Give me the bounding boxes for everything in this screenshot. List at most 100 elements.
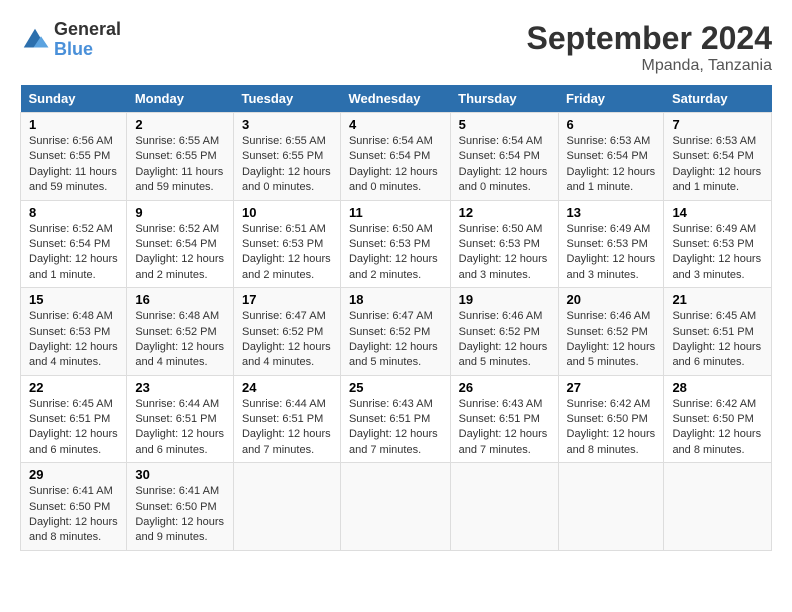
day-info: Sunrise: 6:53 AM Sunset: 6:54 PM Dayligh… (672, 134, 763, 196)
weekday-header-tuesday: Tuesday (233, 85, 340, 113)
location: Mpanda, Tanzania (527, 57, 772, 75)
day-number: 14 (672, 205, 763, 220)
day-info: Sunrise: 6:48 AM Sunset: 6:53 PM Dayligh… (29, 309, 118, 371)
day-number: 12 (459, 205, 550, 220)
calendar-cell: 30 Sunrise: 6:41 AM Sunset: 6:50 PM Dayli… (127, 463, 234, 551)
day-number: 9 (135, 205, 225, 220)
day-info: Sunrise: 6:43 AM Sunset: 6:51 PM Dayligh… (459, 397, 550, 459)
day-number: 5 (459, 117, 550, 132)
day-info: Sunrise: 6:48 AM Sunset: 6:52 PM Dayligh… (135, 309, 225, 371)
weekday-header-friday: Friday (558, 85, 664, 113)
day-info: Sunrise: 6:45 AM Sunset: 6:51 PM Dayligh… (672, 309, 763, 371)
day-number: 6 (567, 117, 656, 132)
calendar-cell: 29 Sunrise: 6:41 AM Sunset: 6:50 PM Dayli… (21, 463, 127, 551)
day-number: 8 (29, 205, 118, 220)
day-info: Sunrise: 6:41 AM Sunset: 6:50 PM Dayligh… (29, 484, 118, 546)
day-number: 21 (672, 292, 763, 307)
weekday-header-row: SundayMondayTuesdayWednesdayThursdayFrid… (21, 85, 772, 113)
calendar-cell: 14 Sunrise: 6:49 AM Sunset: 6:53 PM Dayli… (664, 200, 772, 288)
calendar-cell: 11Sunrise: 6:50 AM Sunset: 6:53 PM Dayli… (340, 200, 450, 288)
logo-icon (20, 25, 50, 55)
week-row-1: 1Sunrise: 6:56 AM Sunset: 6:55 PM Daylig… (21, 113, 772, 201)
day-number: 2 (135, 117, 225, 132)
calendar-cell (233, 463, 340, 551)
day-number: 28 (672, 380, 763, 395)
day-number: 27 (567, 380, 656, 395)
calendar-cell: 10 Sunrise: 6:51 AM Sunset: 6:53 PM Dayli… (233, 200, 340, 288)
day-info: Sunrise: 6:43 AM Sunset: 6:51 PM Dayligh… (349, 397, 442, 459)
day-number: 16 (135, 292, 225, 307)
calendar-cell: 22Sunrise: 6:45 AM Sunset: 6:51 PM Dayli… (21, 375, 127, 463)
weekday-header-saturday: Saturday (664, 85, 772, 113)
day-info: Sunrise: 6:42 AM Sunset: 6:50 PM Dayligh… (672, 397, 763, 459)
calendar-cell: 8 Sunrise: 6:52 AM Sunset: 6:54 PM Daylig… (21, 200, 127, 288)
day-info: Sunrise: 6:52 AM Sunset: 6:54 PM Dayligh… (29, 222, 118, 284)
day-info: Sunrise: 6:47 AM Sunset: 6:52 PM Dayligh… (242, 309, 332, 371)
day-number: 18 (349, 292, 442, 307)
day-number: 30 (135, 467, 225, 482)
calendar-cell: 12 Sunrise: 6:50 AM Sunset: 6:53 PM Dayli… (450, 200, 558, 288)
calendar-cell: 20Sunrise: 6:46 AM Sunset: 6:52 PM Dayli… (558, 288, 664, 376)
week-row-2: 8 Sunrise: 6:52 AM Sunset: 6:54 PM Daylig… (21, 200, 772, 288)
calendar-cell: 25 Sunrise: 6:43 AM Sunset: 6:51 PM Dayli… (340, 375, 450, 463)
day-number: 4 (349, 117, 442, 132)
calendar-cell (340, 463, 450, 551)
day-info: Sunrise: 6:41 AM Sunset: 6:50 PM Dayligh… (135, 484, 225, 546)
day-info: Sunrise: 6:44 AM Sunset: 6:51 PM Dayligh… (135, 397, 225, 459)
calendar-table: SundayMondayTuesdayWednesdayThursdayFrid… (20, 85, 772, 551)
day-number: 3 (242, 117, 332, 132)
month-title: September 2024 (527, 20, 772, 57)
day-number: 17 (242, 292, 332, 307)
page-header: General Blue September 2024 Mpanda, Tanz… (20, 20, 772, 75)
day-info: Sunrise: 6:54 AM Sunset: 6:54 PM Dayligh… (349, 134, 442, 196)
calendar-cell: 26Sunrise: 6:43 AM Sunset: 6:51 PM Dayli… (450, 375, 558, 463)
calendar-cell: 1Sunrise: 6:56 AM Sunset: 6:55 PM Daylig… (21, 113, 127, 201)
day-info: Sunrise: 6:45 AM Sunset: 6:51 PM Dayligh… (29, 397, 118, 459)
weekday-header-sunday: Sunday (21, 85, 127, 113)
day-info: Sunrise: 6:42 AM Sunset: 6:50 PM Dayligh… (567, 397, 656, 459)
calendar-cell: 5 Sunrise: 6:54 AM Sunset: 6:54 PM Daylig… (450, 113, 558, 201)
day-number: 19 (459, 292, 550, 307)
day-number: 20 (567, 292, 656, 307)
calendar-cell: 19 Sunrise: 6:46 AM Sunset: 6:52 PM Dayli… (450, 288, 558, 376)
title-block: September 2024 Mpanda, Tanzania (527, 20, 772, 75)
day-info: Sunrise: 6:47 AM Sunset: 6:52 PM Dayligh… (349, 309, 442, 371)
calendar-cell: 23 Sunrise: 6:44 AM Sunset: 6:51 PM Dayli… (127, 375, 234, 463)
calendar-cell: 9 Sunrise: 6:52 AM Sunset: 6:54 PM Daylig… (127, 200, 234, 288)
calendar-cell: 7 Sunrise: 6:53 AM Sunset: 6:54 PM Daylig… (664, 113, 772, 201)
day-info: Sunrise: 6:49 AM Sunset: 6:53 PM Dayligh… (672, 222, 763, 284)
calendar-cell (664, 463, 772, 551)
calendar-cell: 4 Sunrise: 6:54 AM Sunset: 6:54 PM Daylig… (340, 113, 450, 201)
weekday-header-monday: Monday (127, 85, 234, 113)
calendar-cell (558, 463, 664, 551)
day-number: 10 (242, 205, 332, 220)
calendar-cell: 17 Sunrise: 6:47 AM Sunset: 6:52 PM Dayli… (233, 288, 340, 376)
day-number: 23 (135, 380, 225, 395)
weekday-header-wednesday: Wednesday (340, 85, 450, 113)
week-row-4: 22Sunrise: 6:45 AM Sunset: 6:51 PM Dayli… (21, 375, 772, 463)
day-number: 29 (29, 467, 118, 482)
logo-text: General Blue (54, 20, 121, 60)
calendar-cell: 27 Sunrise: 6:42 AM Sunset: 6:50 PM Dayli… (558, 375, 664, 463)
calendar-cell: 18 Sunrise: 6:47 AM Sunset: 6:52 PM Dayli… (340, 288, 450, 376)
calendar-cell: 2Sunrise: 6:55 AM Sunset: 6:55 PM Daylig… (127, 113, 234, 201)
day-number: 24 (242, 380, 332, 395)
day-info: Sunrise: 6:54 AM Sunset: 6:54 PM Dayligh… (459, 134, 550, 196)
day-info: Sunrise: 6:46 AM Sunset: 6:52 PM Dayligh… (459, 309, 550, 371)
calendar-cell: 24 Sunrise: 6:44 AM Sunset: 6:51 PM Dayli… (233, 375, 340, 463)
calendar-cell: 3Sunrise: 6:55 AM Sunset: 6:55 PM Daylig… (233, 113, 340, 201)
day-info: Sunrise: 6:50 AM Sunset: 6:53 PM Dayligh… (459, 222, 550, 284)
logo: General Blue (20, 20, 121, 60)
day-number: 25 (349, 380, 442, 395)
day-number: 7 (672, 117, 763, 132)
calendar-cell (450, 463, 558, 551)
day-info: Sunrise: 6:56 AM Sunset: 6:55 PM Dayligh… (29, 134, 118, 196)
day-info: Sunrise: 6:52 AM Sunset: 6:54 PM Dayligh… (135, 222, 225, 284)
day-info: Sunrise: 6:44 AM Sunset: 6:51 PM Dayligh… (242, 397, 332, 459)
calendar-cell: 13Sunrise: 6:49 AM Sunset: 6:53 PM Dayli… (558, 200, 664, 288)
calendar-cell: 15 Sunrise: 6:48 AM Sunset: 6:53 PM Dayli… (21, 288, 127, 376)
day-info: Sunrise: 6:51 AM Sunset: 6:53 PM Dayligh… (242, 222, 332, 284)
logo-line2: Blue (54, 40, 121, 60)
day-number: 15 (29, 292, 118, 307)
day-number: 11 (349, 205, 442, 220)
